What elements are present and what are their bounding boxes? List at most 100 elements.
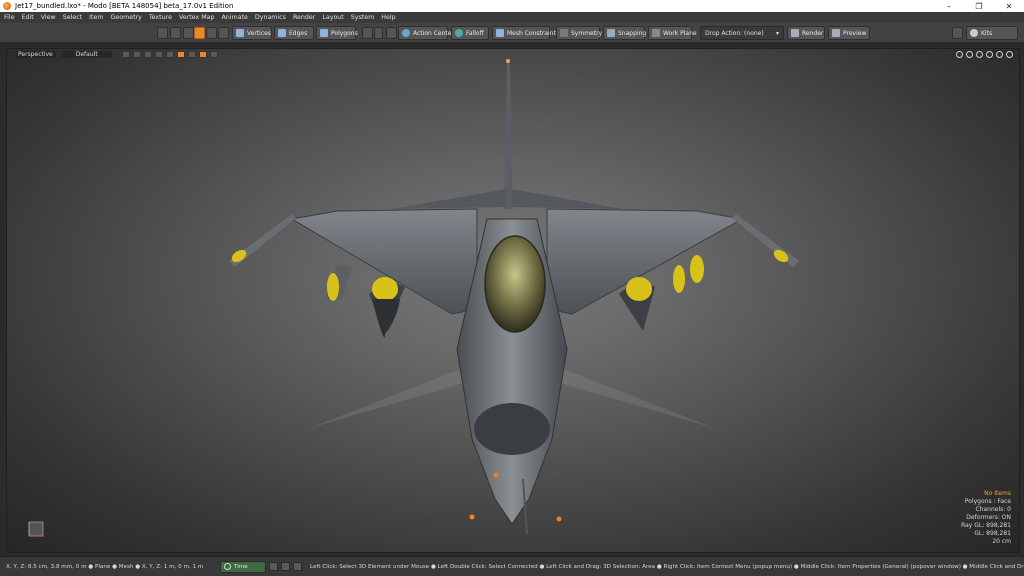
cockpit-canopy: [484, 235, 546, 333]
menu-item[interactable]: Item: [89, 14, 103, 21]
menu-geometry[interactable]: Geometry: [110, 14, 141, 21]
mesh-constraint-icon: [496, 29, 504, 37]
window-controls: – ❐ ✕: [934, 0, 1024, 12]
menu-system[interactable]: System: [351, 14, 374, 21]
move-tool-icon[interactable]: [170, 27, 181, 39]
render-button[interactable]: Render: [787, 26, 825, 40]
solid-icon[interactable]: [143, 51, 152, 58]
settings-icon[interactable]: [209, 51, 218, 58]
chevron-down-icon[interactable]: [374, 27, 383, 39]
drop-action-dropdown[interactable]: Drop Action: (none) ▾: [700, 26, 784, 40]
zoom-view-icon[interactable]: [976, 51, 983, 58]
layout-icon[interactable]: [293, 562, 302, 571]
menu-select[interactable]: Select: [63, 14, 82, 21]
active-shading-icon[interactable]: [176, 51, 185, 58]
menu-file[interactable]: File: [4, 14, 15, 21]
minimize-button[interactable]: –: [934, 0, 964, 12]
menu-dynamics[interactable]: Dynamics: [255, 14, 286, 21]
nav-light: [556, 516, 562, 522]
jet-model-render[interactable]: [7, 49, 1020, 553]
mesh-constraint-label: Mesh Constraint: [507, 29, 556, 37]
kits-icon: [970, 29, 978, 37]
rotate-view-icon[interactable]: [966, 51, 973, 58]
preview-button[interactable]: Preview: [828, 26, 870, 40]
edges-icon: [278, 29, 286, 37]
search-icon[interactable]: [952, 27, 963, 39]
view-type-label[interactable]: Perspective: [15, 51, 56, 58]
mesh-constraint-button[interactable]: Mesh Constraint: [492, 26, 556, 40]
camera-icon[interactable]: [187, 51, 196, 58]
maximize-icon[interactable]: [1006, 51, 1013, 58]
falloff-icon: [455, 29, 463, 37]
menu-vertex-map[interactable]: Vertex Map: [179, 14, 215, 21]
edges-button[interactable]: Edges: [274, 26, 314, 40]
polygons-button[interactable]: Polygons: [316, 26, 358, 40]
grid-icon[interactable]: [121, 51, 130, 58]
menu-render[interactable]: Render: [293, 14, 315, 21]
render-icon: [791, 29, 799, 37]
viewport-header: Perspective Default: [7, 49, 1019, 60]
item-mode-icon[interactable]: [206, 27, 217, 39]
title-bar: Jet17_bundled.lxo* - Modo [BETA 148054] …: [0, 0, 1024, 12]
select-tool-icon[interactable]: [157, 27, 168, 39]
restore-button[interactable]: ❐: [964, 0, 994, 12]
vertical-tail: [504, 61, 513, 209]
menu-help[interactable]: Help: [381, 14, 395, 21]
channels-info: Channels: 0: [975, 506, 1011, 513]
shading-mode-label[interactable]: Default: [61, 51, 112, 58]
move-view-icon[interactable]: [956, 51, 963, 58]
items-mode-icon[interactable]: [362, 27, 373, 39]
wireframe-icon[interactable]: [132, 51, 141, 58]
air-intake: [474, 403, 550, 455]
action-center-button[interactable]: Action Center: [398, 26, 454, 40]
polygons-info: Polygons : Face: [964, 498, 1011, 505]
gear-icon[interactable]: [996, 51, 1003, 58]
falloff-button[interactable]: Falloff: [451, 26, 489, 40]
snapping-button[interactable]: Snapping: [603, 26, 646, 40]
vertices-icon: [236, 29, 244, 37]
lighting-icon[interactable]: [165, 51, 174, 58]
main-toolbar: Vertices Edges Polygons Action Center Fa…: [0, 23, 1024, 43]
auto-select-icon[interactable]: [194, 27, 205, 39]
right-stabilizer: [512, 189, 622, 209]
edges-label: Edges: [289, 29, 308, 37]
work-plane-button[interactable]: Work Plane: [648, 26, 697, 40]
3d-viewport[interactable]: Perspective Default No Items Polygons : …: [6, 48, 1020, 553]
grid-scale-info: 20 cm: [992, 538, 1011, 545]
time-toggle-button[interactable]: Time: [220, 560, 266, 573]
pivot-mode-icon[interactable]: [386, 27, 397, 39]
symmetry-icon: [560, 29, 568, 37]
mouse-hint-text: Left Click: Select 3D Element under Mous…: [310, 563, 1024, 570]
viewport-options: [121, 51, 218, 58]
action-center-label: Action Center: [413, 29, 454, 37]
close-button[interactable]: ✕: [994, 0, 1024, 12]
preview-label: Preview: [843, 29, 867, 37]
menu-animate[interactable]: Animate: [221, 14, 247, 21]
vertices-label: Vertices: [247, 29, 271, 37]
coordinate-readout: X, Y, Z: 8.5 cm, 3.8 mm, 0 m ● Plane ● M…: [6, 563, 204, 570]
menu-edit[interactable]: Edit: [22, 14, 34, 21]
polygons-icon: [320, 29, 328, 37]
menu-bar: File Edit View Select Item Geometry Text…: [0, 12, 1024, 23]
scene-info-overlay: No Items Polygons : Face Channels: 0 Def…: [961, 490, 1011, 546]
kits-button[interactable]: Kits: [966, 26, 1018, 40]
render-overlay-icon[interactable]: [198, 51, 207, 58]
command-history-icon[interactable]: [281, 562, 290, 571]
texture-icon[interactable]: [154, 51, 163, 58]
menu-layout[interactable]: Layout: [322, 14, 343, 21]
symmetry-button[interactable]: Symmetry: [556, 26, 602, 40]
fit-view-icon[interactable]: [986, 51, 993, 58]
menu-view[interactable]: View: [41, 14, 56, 21]
material-mode-icon[interactable]: [218, 27, 229, 39]
render-label: Render: [802, 29, 824, 37]
falloff-label: Falloff: [466, 29, 484, 37]
element-tool-icon[interactable]: [183, 27, 194, 39]
timeline-icon[interactable]: [269, 562, 278, 571]
deformers-info: Deformers: ON: [966, 514, 1011, 521]
menu-texture[interactable]: Texture: [149, 14, 172, 21]
ray-gl-info: Ray GL: 898,281: [961, 522, 1011, 529]
gl-info: GL: 898,281: [974, 530, 1011, 537]
work-plane-icon: [652, 29, 660, 37]
vertices-button[interactable]: Vertices: [232, 26, 272, 40]
action-center-icon: [402, 29, 410, 37]
